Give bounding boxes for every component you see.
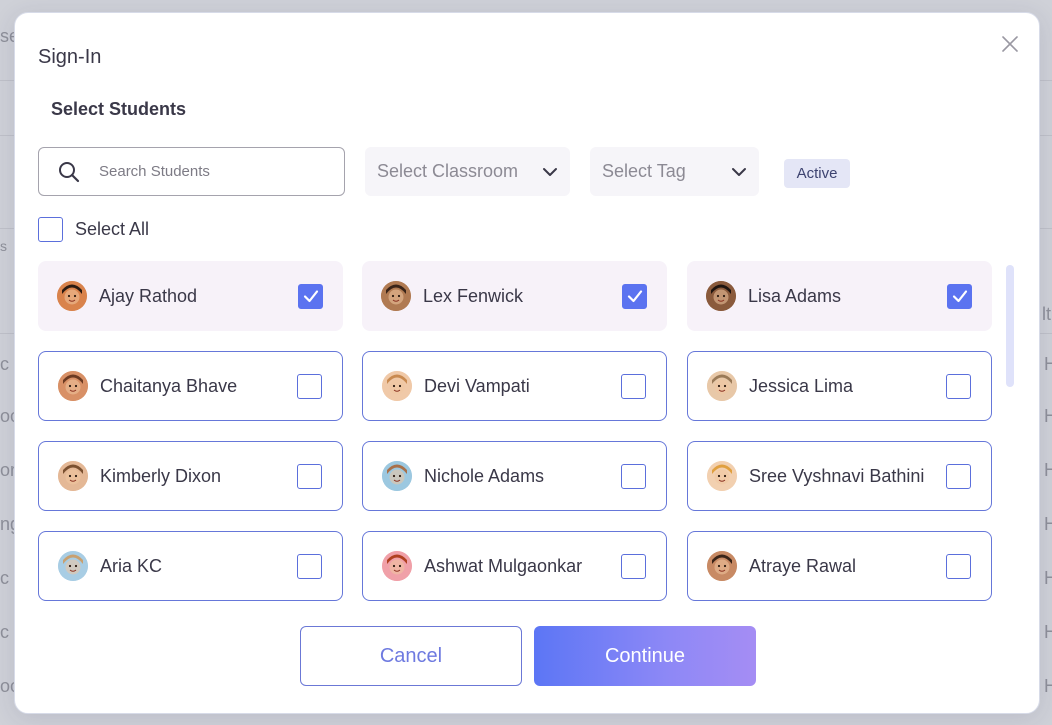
- student-name: Jessica Lima: [749, 375, 854, 396]
- student-card[interactable]: Aria KC: [38, 531, 343, 601]
- background-text: c: [0, 622, 9, 642]
- student-card[interactable]: Ajay Rathod: [38, 261, 343, 331]
- student-checkbox[interactable]: [297, 553, 322, 579]
- student-card[interactable]: Jessica Lima: [687, 351, 992, 421]
- student-card[interactable]: Lex Fenwick: [362, 261, 667, 331]
- avatar: [382, 371, 412, 401]
- student-name: Chaitanya Bhave: [100, 375, 238, 396]
- chevron-down-icon: [543, 167, 557, 176]
- student-checkbox[interactable]: [298, 283, 323, 309]
- avatar: [706, 281, 736, 311]
- active-filter-badge[interactable]: Active: [784, 159, 850, 188]
- student-name: Lisa Adams: [748, 285, 842, 306]
- background-text: c: [0, 354, 9, 374]
- search-field[interactable]: [38, 147, 345, 196]
- student-checkbox[interactable]: [947, 283, 972, 309]
- student-checkbox[interactable]: [946, 373, 971, 399]
- avatar: [707, 551, 737, 581]
- background-text: H: [1044, 676, 1052, 696]
- search-input[interactable]: [99, 163, 319, 180]
- background-text: H: [1044, 622, 1052, 642]
- background-text: H: [1044, 460, 1052, 480]
- close-button[interactable]: [999, 33, 1021, 55]
- background-text: lt: [1042, 304, 1051, 324]
- modal-title: Sign-In: [38, 46, 102, 68]
- scrollbar[interactable]: [1006, 265, 1014, 387]
- student-name: Atraye Rawal: [749, 555, 857, 576]
- student-name: Aria KC: [100, 555, 163, 576]
- avatar: [707, 371, 737, 401]
- checkmark-icon: [627, 290, 642, 303]
- select-all-toggle[interactable]: Select All: [38, 217, 149, 242]
- background-text: H: [1044, 354, 1052, 374]
- select-all-checkbox[interactable]: [38, 217, 63, 242]
- student-name: Lex Fenwick: [423, 285, 524, 306]
- student-name: Ajay Rathod: [99, 285, 198, 306]
- checkmark-icon: [303, 290, 318, 303]
- tag-dropdown[interactable]: Select Tag: [590, 147, 759, 196]
- cancel-button[interactable]: Cancel: [300, 626, 522, 686]
- student-checkbox[interactable]: [621, 373, 646, 399]
- background-text: H: [1044, 406, 1052, 426]
- select-all-label: Select All: [75, 219, 150, 239]
- student-card[interactable]: Nichole Adams: [362, 441, 667, 511]
- checkmark-icon: [952, 290, 967, 303]
- student-name: Nichole Adams: [424, 465, 545, 486]
- classroom-dropdown-label: Select Classroom: [377, 161, 519, 181]
- student-card[interactable]: Atraye Rawal: [687, 531, 992, 601]
- student-checkbox[interactable]: [297, 373, 322, 399]
- student-name: Sree Vyshnavi Bathini: [749, 465, 925, 486]
- sign-in-modal: Sign-In Select Students Select Classroom…: [14, 12, 1040, 714]
- search-icon: [39, 160, 99, 184]
- chevron-down-icon: [732, 167, 746, 176]
- classroom-dropdown[interactable]: Select Classroom: [365, 147, 570, 196]
- student-card[interactable]: Chaitanya Bhave: [38, 351, 343, 421]
- student-checkbox[interactable]: [622, 283, 647, 309]
- background-text: s: [0, 238, 7, 254]
- student-card[interactable]: Lisa Adams: [687, 261, 992, 331]
- student-name: Kimberly Dixon: [100, 465, 222, 486]
- student-checkbox[interactable]: [297, 463, 322, 489]
- background-text: H: [1044, 514, 1052, 534]
- student-card[interactable]: Ashwat Mulgaonkar: [362, 531, 667, 601]
- avatar: [382, 461, 412, 491]
- close-icon: [1002, 36, 1018, 52]
- avatar: [58, 551, 88, 581]
- student-card[interactable]: Sree Vyshnavi Bathini: [687, 441, 992, 511]
- section-title: Select Students: [51, 99, 187, 119]
- tag-dropdown-label: Select Tag: [602, 161, 686, 181]
- continue-button[interactable]: Continue: [534, 626, 756, 686]
- avatar: [382, 551, 412, 581]
- student-card[interactable]: Devi Vampati: [362, 351, 667, 421]
- background-text: c: [0, 568, 9, 588]
- student-checkbox[interactable]: [946, 553, 971, 579]
- student-checkbox[interactable]: [621, 553, 646, 579]
- student-name: Ashwat Mulgaonkar: [424, 555, 583, 576]
- avatar: [57, 281, 87, 311]
- student-checkbox[interactable]: [621, 463, 646, 489]
- student-card[interactable]: Kimberly Dixon: [38, 441, 343, 511]
- avatar: [58, 461, 88, 491]
- student-name: Devi Vampati: [424, 375, 530, 396]
- student-checkbox[interactable]: [946, 463, 971, 489]
- avatar: [381, 281, 411, 311]
- background-text: H: [1044, 568, 1052, 588]
- avatar: [58, 371, 88, 401]
- avatar: [707, 461, 737, 491]
